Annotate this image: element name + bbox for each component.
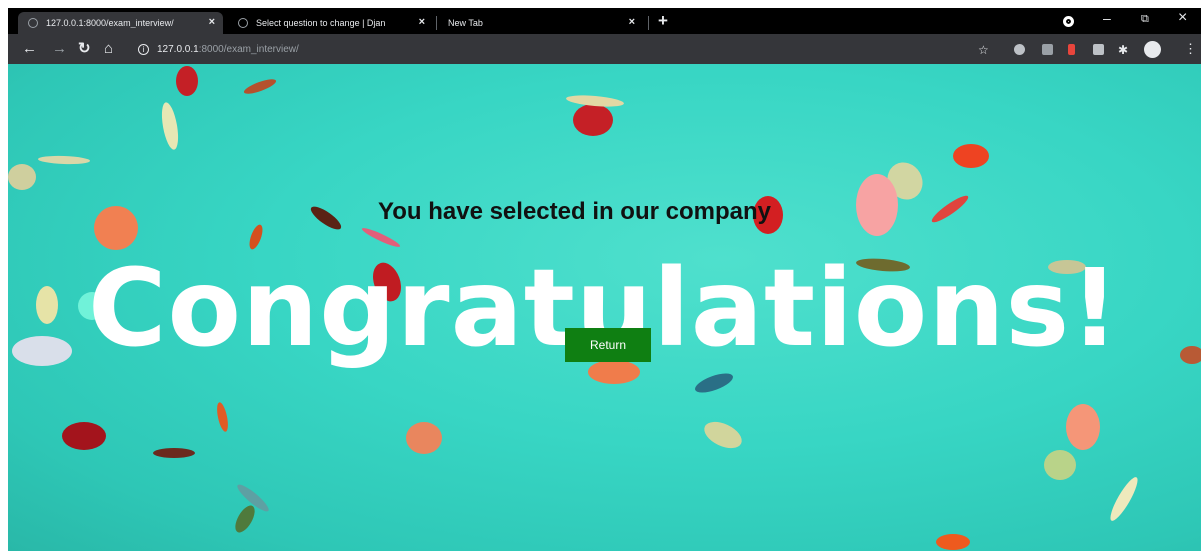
close-icon[interactable]: × [419, 16, 425, 28]
globe-icon [28, 18, 38, 28]
confetti-piece [936, 534, 970, 550]
confetti-piece [153, 448, 195, 458]
close-icon[interactable]: × [209, 16, 215, 28]
minimize-button[interactable]: – [1103, 10, 1111, 26]
url-path: :8000/exam_interview/ [198, 43, 299, 55]
extension-red-icon[interactable] [1068, 44, 1075, 55]
globe-icon [238, 18, 248, 28]
confetti-piece [94, 206, 138, 250]
confetti-piece [692, 369, 736, 397]
tab-strip: 127.0.0.1:8000/exam_interview/ × Select … [8, 8, 1201, 34]
confetti-piece [158, 101, 182, 151]
browser-toolbar: ← → ↻ ⌂ i 127.0.0.1 :8000/exam_interview… [8, 34, 1201, 64]
confetti-piece [36, 286, 58, 324]
forward-arrow-icon[interactable]: → [52, 39, 67, 59]
confetti-piece [856, 174, 898, 236]
confetti-piece [1044, 450, 1076, 480]
confetti-piece [8, 164, 36, 190]
tab-title: New Tab [448, 18, 483, 28]
menu-icon[interactable]: ⋮ [1184, 39, 1197, 59]
confetti-piece [307, 202, 345, 234]
tab-title: 127.0.0.1:8000/exam_interview/ [46, 18, 174, 28]
puzzle-icon[interactable]: ✱ [1118, 40, 1128, 60]
confetti-piece [214, 401, 231, 433]
selection-heading: You have selected in our company [378, 198, 771, 225]
new-tab-button[interactable]: + [658, 11, 668, 31]
tab-separator [648, 16, 649, 30]
confetti-piece [176, 66, 198, 96]
close-icon[interactable]: × [629, 16, 635, 28]
address-bar[interactable]: i 127.0.0.1 :8000/exam_interview/ [136, 38, 966, 60]
extension-square-icon[interactable] [1093, 44, 1104, 55]
browser-window: 127.0.0.1:8000/exam_interview/ × Select … [8, 8, 1201, 551]
confetti-piece [37, 155, 91, 165]
confetti-piece [700, 416, 746, 454]
confetti-piece [242, 76, 278, 97]
tab-select-question[interactable]: Select question to change | Djan × [228, 12, 433, 34]
star-icon[interactable]: ☆ [978, 40, 989, 60]
tab-separator [436, 16, 437, 30]
confetti-piece [360, 225, 402, 250]
info-icon[interactable]: i [138, 43, 149, 55]
confetti-piece [1066, 404, 1100, 450]
avatar[interactable] [1144, 41, 1161, 58]
back-arrow-icon[interactable]: ← [22, 39, 37, 59]
confetti-piece [929, 192, 971, 226]
tab-new-tab[interactable]: New Tab × [438, 12, 643, 34]
url-host: 127.0.0.1 [157, 43, 199, 55]
return-button[interactable]: Return [565, 328, 651, 362]
confetti-piece [406, 422, 442, 454]
tab-exam-interview[interactable]: 127.0.0.1:8000/exam_interview/ × [18, 12, 223, 34]
reload-icon[interactable]: ↻ [78, 39, 91, 59]
confetti-piece [1106, 474, 1142, 524]
confetti-piece [12, 336, 72, 366]
window-close-button[interactable]: × [1178, 9, 1187, 27]
profile-icon[interactable] [1063, 16, 1074, 27]
tab-title: Select question to change | Djan [256, 18, 386, 28]
home-icon[interactable]: ⌂ [104, 39, 113, 59]
confetti-piece [573, 104, 613, 136]
shield-icon[interactable] [1042, 44, 1053, 55]
confetti-piece [1180, 346, 1201, 364]
confetti-piece [953, 144, 989, 168]
confetti-piece [62, 422, 106, 450]
extension-icon[interactable] [1014, 44, 1025, 55]
restore-button[interactable]: ⧉ [1141, 13, 1149, 26]
page-viewport: You have selected in our company Congrat… [8, 64, 1201, 551]
confetti-piece [231, 502, 259, 536]
